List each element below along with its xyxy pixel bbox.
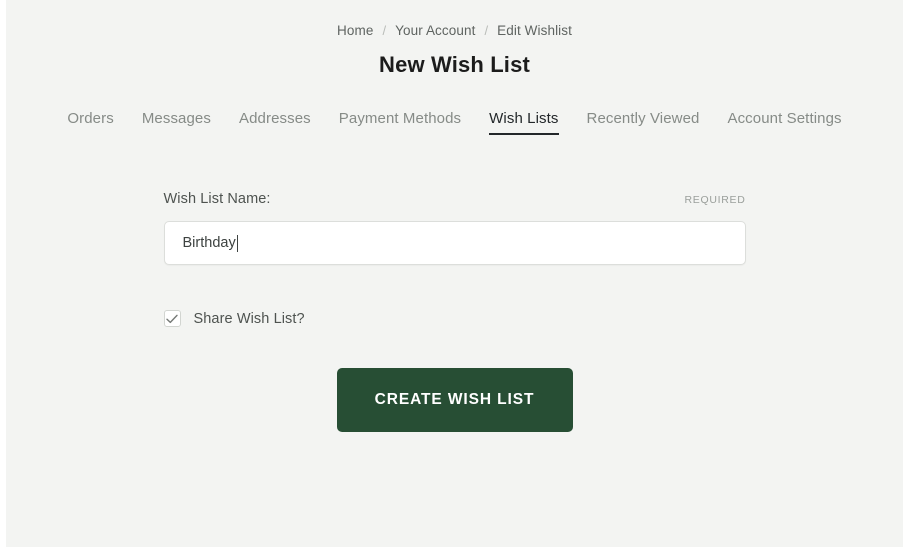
submit-row: CREATE WISH LIST <box>164 368 746 432</box>
share-wish-list-checkbox[interactable] <box>163 310 181 327</box>
breadcrumb: Home / Your Account / Edit Wishlist <box>6 0 903 38</box>
create-wish-list-button[interactable]: CREATE WISH LIST <box>336 368 573 432</box>
required-badge: REQUIRED <box>684 194 746 206</box>
breadcrumb-item-home[interactable]: Home <box>337 23 373 38</box>
tab-messages[interactable]: Messages <box>142 110 211 133</box>
tab-orders[interactable]: Orders <box>67 110 113 133</box>
tab-account-settings[interactable]: Account Settings <box>727 110 841 133</box>
breadcrumb-item-your-account[interactable]: Your Account <box>395 23 475 38</box>
tab-recently-viewed[interactable]: Recently Viewed <box>587 110 700 133</box>
page-title: New Wish List <box>379 52 530 77</box>
wish-list-name-field-header: Wish List Name: REQUIRED <box>164 191 746 207</box>
breadcrumb-separator-icon: / <box>484 23 489 38</box>
wish-list-name-label: Wish List Name: <box>163 191 271 207</box>
wish-list-name-input-value: Birthday <box>182 235 236 251</box>
text-cursor <box>236 234 238 252</box>
tab-addresses[interactable]: Addresses <box>239 110 311 133</box>
checkmark-icon <box>166 314 178 323</box>
tab-payment-methods[interactable]: Payment Methods <box>339 110 461 133</box>
share-wish-list-label[interactable]: Share Wish List? <box>194 311 305 327</box>
page-container: Home / Your Account / Edit Wishlist New … <box>6 0 903 547</box>
breadcrumb-item-edit-wishlist[interactable]: Edit Wishlist <box>497 23 572 38</box>
new-wish-list-form: Wish List Name: REQUIRED Birthday Share … <box>163 191 746 432</box>
breadcrumb-separator-icon: / <box>382 23 387 38</box>
wish-list-name-input[interactable]: Birthday <box>163 221 746 265</box>
tab-wish-lists[interactable]: Wish Lists <box>489 110 559 135</box>
share-wish-list-row: Share Wish List? <box>163 310 746 327</box>
account-nav: Orders Messages Addresses Payment Method… <box>6 110 903 135</box>
